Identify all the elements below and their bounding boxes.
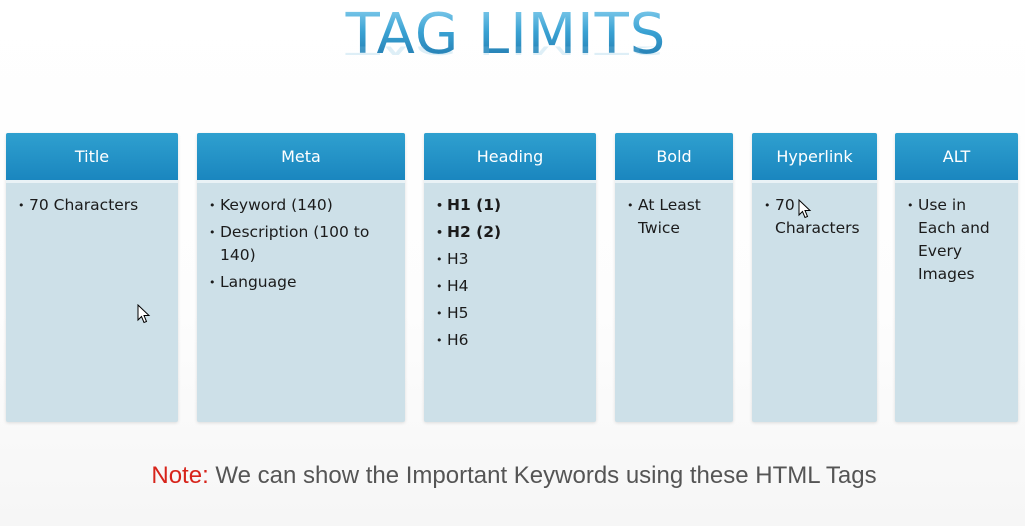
- list-item: Keyword (140): [209, 194, 395, 217]
- list-item: Language: [209, 271, 395, 294]
- list-item: Use in Each and Every Images: [907, 194, 1008, 286]
- card-header: Title: [6, 133, 178, 183]
- list-item: 70 Characters: [18, 194, 168, 217]
- card-body: 70 Characters: [752, 183, 877, 240]
- note-text: We can show the Important Keywords using…: [208, 462, 877, 489]
- card-header: Hyperlink: [752, 133, 877, 183]
- card-alt: ALT Use in Each and Every Images: [895, 133, 1018, 422]
- card-title: Title 70 Characters: [6, 133, 178, 422]
- card-body: Use in Each and Every Images: [895, 183, 1018, 286]
- card-body: H1 (1) H2 (2) H3 H4 H5 H6: [424, 183, 596, 352]
- list-item: H5: [436, 302, 586, 325]
- list-item: At Least Twice: [627, 194, 723, 240]
- list-item: 70 Characters: [764, 194, 867, 240]
- list-item: H6: [436, 329, 586, 352]
- card-header: Meta: [197, 133, 405, 183]
- list-item: H4: [436, 275, 586, 298]
- note-label: Note:: [151, 462, 209, 489]
- title-area: TAG LIMITS TAG LIMITS: [0, 0, 1025, 110]
- card-body: 70 Characters: [6, 183, 178, 217]
- slide-title-reflection: TAG LIMITS: [0, 47, 1012, 61]
- slide: TAG LIMITS TAG LIMITS Title 70 Character…: [0, 0, 1025, 526]
- card-bold: Bold At Least Twice: [615, 133, 733, 422]
- card-header: Bold: [615, 133, 733, 183]
- card-header: Heading: [424, 133, 596, 183]
- card-body: At Least Twice: [615, 183, 733, 240]
- list-item: H1 (1): [436, 194, 586, 217]
- list-item: H3: [436, 248, 586, 271]
- card-header: ALT: [895, 133, 1018, 183]
- card-hyperlink: Hyperlink 70 Characters: [752, 133, 877, 422]
- list-item: H2 (2): [436, 221, 586, 244]
- card-meta: Meta Keyword (140) Description (100 to 1…: [197, 133, 405, 422]
- card-heading: Heading H1 (1) H2 (2) H3 H4 H5 H6: [424, 133, 596, 422]
- note-line: Note: We can show the Important Keywords…: [0, 462, 1025, 490]
- card-body: Keyword (140) Description (100 to 140) L…: [197, 183, 405, 294]
- list-item: Description (100 to 140): [209, 221, 395, 267]
